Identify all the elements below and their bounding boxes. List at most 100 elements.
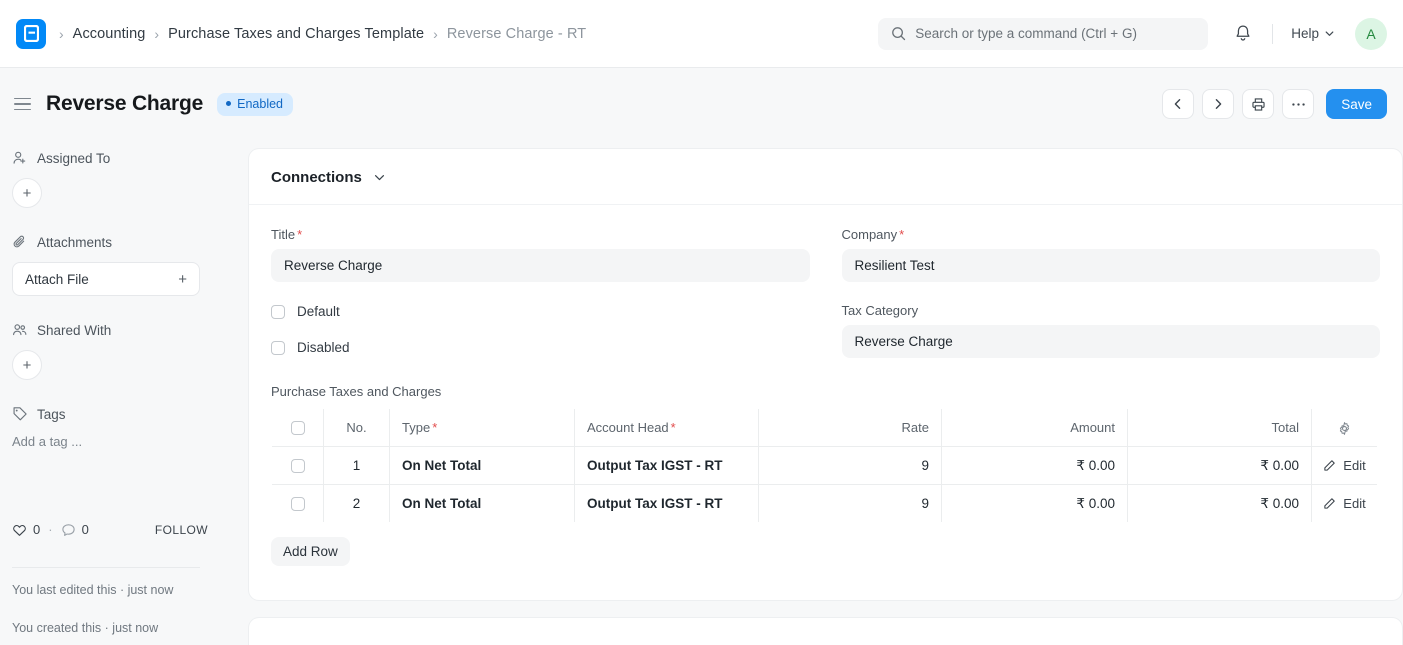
row-edit-cell[interactable]: Edit (1311, 446, 1377, 485)
sidebar-label-shared-with: Shared With (37, 322, 112, 338)
status-badge[interactable]: Enabled (217, 92, 293, 116)
row-total[interactable]: ₹ 0.00 (1127, 484, 1312, 522)
column-header-rate[interactable]: Rate (758, 409, 942, 447)
form-column-left: Title * Reverse Charge Default Disabled (271, 227, 810, 358)
hamburger-icon[interactable] (12, 91, 38, 117)
tax-category-field-label: Tax Category (842, 303, 1381, 318)
required-asterisk: * (297, 227, 303, 242)
row-checkbox[interactable] (290, 459, 305, 474)
row-amount[interactable]: ₹ 0.00 (941, 484, 1128, 522)
like-group[interactable]: 0 (12, 522, 40, 537)
required-asterisk: * (432, 420, 438, 435)
row-type[interactable]: On Net Total (389, 484, 575, 522)
add-share-button[interactable]: + (12, 350, 42, 380)
form-body: Title* Reverse Charge Default Disabled (249, 205, 1402, 584)
page-title: Reverse Charge (46, 92, 204, 115)
like-count: 0 (33, 522, 41, 537)
avatar[interactable]: A (1355, 17, 1387, 50)
user-plus-icon (12, 150, 28, 166)
page-body: Assigned To + Attachments Attach File + (0, 140, 1403, 645)
column-header-no[interactable]: No. (323, 409, 390, 447)
breadcrumb-separator: › (154, 25, 160, 42)
attach-file-button[interactable]: Attach File + (12, 262, 200, 296)
comment-icon (61, 523, 76, 537)
default-checkbox[interactable] (271, 304, 285, 319)
row-select-cell[interactable] (272, 446, 324, 485)
card-bottom-spacer (249, 584, 1402, 600)
select-all-checkbox[interactable] (290, 421, 305, 436)
row-rate[interactable]: 9 (758, 446, 942, 485)
row-account-head[interactable]: Output Tax IGST - RT (574, 484, 759, 522)
sidebar-section-tags: Tags (12, 406, 236, 422)
breadcrumb-separator: › (433, 25, 438, 42)
row-type[interactable]: On Net Total (389, 446, 575, 485)
column-settings-header[interactable] (1311, 409, 1377, 447)
default-checkbox-row[interactable]: Default (271, 304, 810, 319)
required-asterisk: * (670, 420, 676, 435)
row-checkbox[interactable] (290, 497, 305, 512)
title-input[interactable]: Reverse Charge (271, 249, 810, 282)
column-header-amount[interactable]: Amount (941, 409, 1128, 447)
sidebar-section-attachments: Attachments (12, 234, 236, 250)
sidebar-label-assigned-to: Assigned To (37, 150, 111, 166)
tax-category-input[interactable]: Reverse Charge (841, 325, 1380, 358)
disabled-checkbox[interactable] (271, 340, 285, 355)
notifications-button[interactable] (1226, 17, 1260, 51)
search-input[interactable]: Search or type a command (Ctrl + G) (878, 17, 1209, 50)
row-select-cell[interactable] (272, 484, 324, 522)
tax-category-label-text: Tax Category (841, 303, 919, 318)
chevron-left-icon (1172, 98, 1184, 110)
attach-file-label: Attach File (25, 271, 89, 287)
taxes-table-caption: Purchase Taxes and Charges (271, 384, 442, 399)
row-rate[interactable]: 9 (758, 484, 942, 522)
row-number: 1 (323, 446, 390, 485)
row-total[interactable]: ₹ 0.00 (1127, 446, 1312, 485)
add-tag-input[interactable]: Add a tag ... (12, 434, 236, 449)
breadcrumb-item-current: Reverse Charge - RT (446, 25, 587, 42)
help-menu-button[interactable]: Help (1285, 21, 1341, 46)
table-row[interactable]: 2 On Net Total Output Tax IGST - RT 9 ₹ … (272, 484, 1378, 523)
required-asterisk: * (899, 227, 905, 242)
prev-doc-button[interactable] (1162, 89, 1195, 119)
company-input[interactable]: Resilient Test (841, 249, 1380, 282)
title-field-label: Title * (271, 227, 810, 242)
more-actions-button[interactable] (1282, 89, 1315, 119)
form-column-right: Company * Resilient Test Tax Category Rev… (841, 227, 1381, 358)
row-account-head[interactable]: Output Tax IGST - RT (574, 446, 759, 485)
row-amount[interactable]: ₹ 0.00 (941, 446, 1128, 485)
add-assignment-button[interactable]: + (12, 178, 42, 208)
tag-icon (12, 406, 28, 422)
breadcrumb-item-template[interactable]: Purchase Taxes and Charges Template (168, 26, 424, 42)
comment-group[interactable]: 0 (61, 522, 89, 537)
column-header-account-head[interactable]: Account Head * (574, 409, 759, 447)
social-separator: · (48, 522, 53, 537)
column-header-total[interactable]: Total (1127, 409, 1312, 447)
chevron-down-icon[interactable] (373, 171, 386, 184)
header-actions: Save (1162, 89, 1387, 119)
print-button[interactable] (1242, 89, 1275, 119)
edit-row-button[interactable]: Edit (1324, 496, 1366, 511)
next-doc-button[interactable] (1202, 89, 1235, 119)
ellipsis-icon (1291, 102, 1306, 107)
disabled-checkbox-row[interactable]: Disabled (271, 340, 810, 355)
save-button[interactable]: Save (1326, 89, 1387, 119)
column-header-type[interactable]: Type * (389, 409, 575, 447)
plus-icon: + (178, 270, 187, 288)
sidebar-divider (12, 567, 200, 568)
secondary-card (248, 617, 1403, 645)
row-edit-cell[interactable]: Edit (1312, 485, 1378, 523)
top-navbar: › Accounting › Purchase Taxes and Charge… (0, 0, 1403, 68)
follow-button[interactable]: FOLLOW (155, 523, 236, 537)
breadcrumb-item-accounting[interactable]: Accounting (73, 26, 146, 42)
column-header-account-head-text: Account Head (587, 420, 669, 435)
table-row[interactable]: 1 On Net Total Output Tax IGST - RT 9 ₹ … (272, 446, 1377, 485)
taxes-table: No. Type * Account Head * Rate Amount Tota… (271, 408, 1378, 523)
connections-title: Connections (271, 169, 362, 186)
add-row-button[interactable]: Add Row (271, 537, 350, 566)
connections-header[interactable]: Connections (249, 149, 1402, 205)
gear-icon[interactable] (1337, 421, 1352, 436)
main-content: Connections Title * Reverse Charge Defaul (248, 140, 1403, 645)
erpnext-logo-icon[interactable] (16, 18, 46, 49)
comment-count: 0 (81, 522, 89, 537)
edit-row-button[interactable]: Edit (1324, 458, 1366, 473)
